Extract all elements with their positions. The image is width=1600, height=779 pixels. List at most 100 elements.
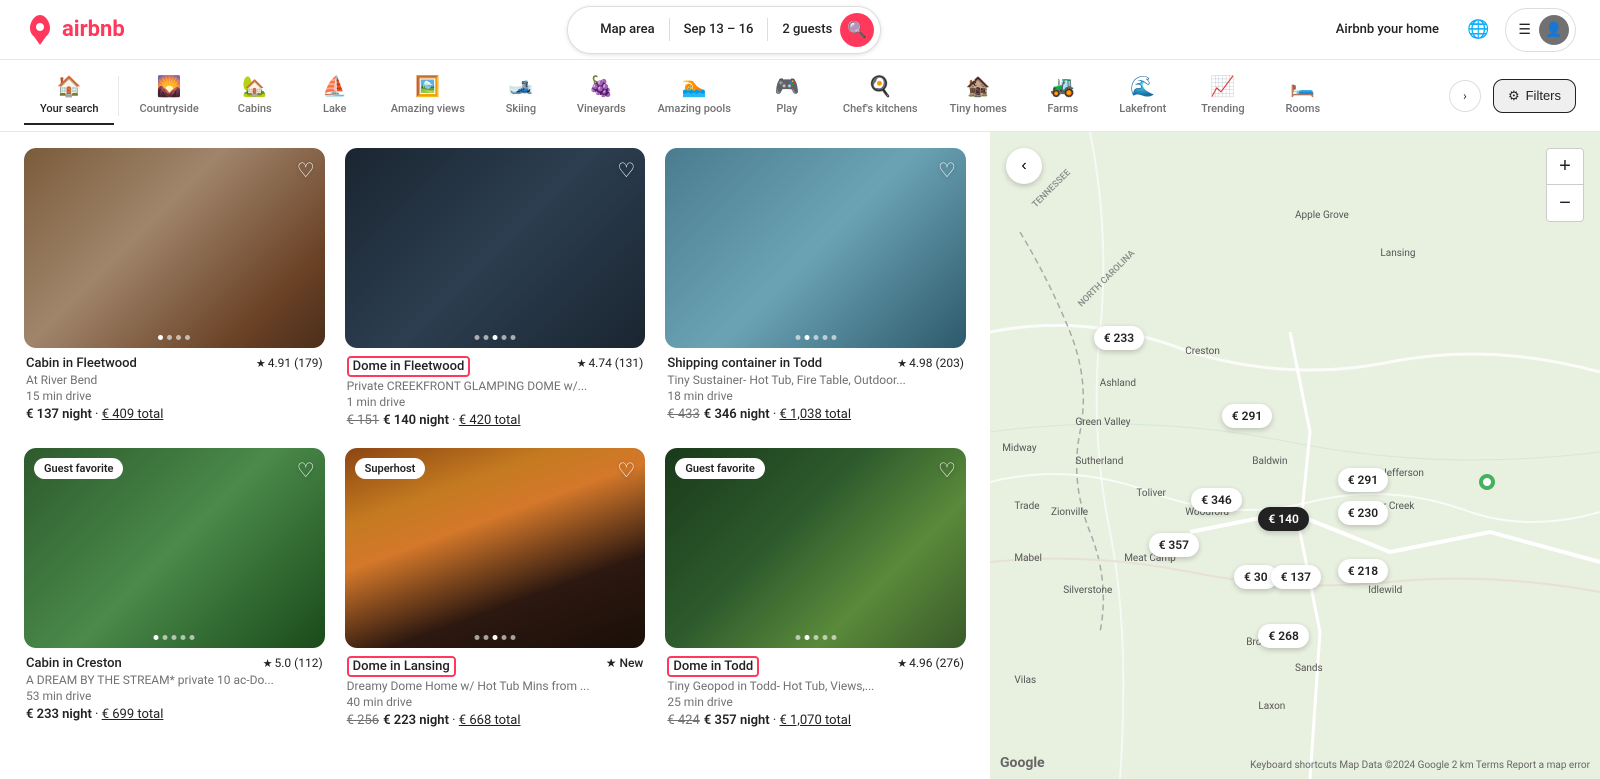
listing-price: € 233 night · € 699 total <box>26 707 323 722</box>
listing-subtitle: Tiny Geopod in Todd- Hot Tub, Views,... <box>667 679 964 693</box>
listing-drive: 18 min drive <box>667 389 964 403</box>
listing-subtitle: Tiny Sustainer- Hot Tub, Fire Table, Out… <box>667 373 964 387</box>
category-skiing[interactable]: 🎿 Skiing <box>481 66 561 125</box>
skiing-icon: 🎿 <box>508 74 533 98</box>
zoom-out-button[interactable]: − <box>1547 185 1583 221</box>
listing-card-cabin-creston[interactable]: Guest favorite ♡ Cabin in Creston ★ 5.0 … <box>24 448 325 728</box>
category-your-search[interactable]: 🏠 Your search <box>24 66 114 125</box>
guest-favorite-badge: Guest favorite <box>34 458 123 479</box>
category-tiny-homes[interactable]: 🏚️ Tiny homes <box>934 66 1023 125</box>
listing-card-dome-lansing[interactable]: Superhost ♡ Dome in Lansing ★ New Dreamy… <box>345 448 646 728</box>
image-dots <box>474 635 515 640</box>
search-dates[interactable]: Sep 13 – 16 <box>670 18 769 41</box>
play-icon: 🎮 <box>774 74 799 98</box>
price-pin-291b[interactable]: € 291 <box>1338 468 1388 492</box>
listing-image-dome-todd: Guest favorite ♡ <box>665 448 966 648</box>
map-panel[interactable]: TENNESSEE NORTH CAROLINA Apple Grove Lan… <box>990 132 1600 779</box>
your-search-icon: 🏠 <box>57 74 82 98</box>
airbnb-logo[interactable]: airbnb <box>24 14 125 46</box>
price-pin-233[interactable]: € 233 <box>1094 326 1144 350</box>
category-label-chefs-kitchens: Chef's kitchens <box>843 102 918 115</box>
price-pin-357[interactable]: € 357 <box>1149 533 1199 557</box>
category-rooms[interactable]: 🛏️ Rooms <box>1263 66 1343 125</box>
category-lakefront[interactable]: 🌊 Lakefront <box>1103 66 1183 125</box>
filters-label: Filters <box>1526 88 1561 103</box>
category-lake[interactable]: ⛵ Lake <box>295 66 375 125</box>
listing-card-dome-todd[interactable]: Guest favorite ♡ Dome in Todd ★ 4.96 (27… <box>665 448 966 728</box>
category-label-amazing-views: Amazing views <box>391 102 465 115</box>
category-chefs-kitchens[interactable]: 🍳 Chef's kitchens <box>827 66 934 125</box>
avatar: 👤 <box>1539 15 1569 45</box>
image-dots <box>795 335 836 340</box>
category-countryside[interactable]: 🌄 Countryside <box>123 66 214 125</box>
listing-rating: ★ 4.91 (179) <box>256 356 323 370</box>
listing-price: € 151€ 140 night · € 420 total <box>347 413 644 428</box>
listing-title: Cabin in Creston <box>26 656 122 671</box>
category-cabins[interactable]: 🏡 Cabins <box>215 66 295 125</box>
guest-favorite-badge-2: Guest favorite <box>675 458 764 479</box>
lakefront-icon: 🌊 <box>1130 74 1155 98</box>
favorite-button-dome-todd[interactable]: ♡ <box>938 458 956 483</box>
listing-image-container-todd: ♡ <box>665 148 966 348</box>
search-location[interactable]: Map area <box>586 18 669 41</box>
globe-icon[interactable]: 🌐 <box>1467 19 1489 40</box>
map-attribution: Keyboard shortcuts Map Data ©2024 Google… <box>1250 760 1590 771</box>
price-pin-140-selected[interactable]: € 140 <box>1258 507 1308 531</box>
listing-card-container-todd[interactable]: ♡ Shipping container in Todd ★ 4.98 (203… <box>665 148 966 428</box>
listing-info: Cabin in Creston ★ 5.0 (112) A DREAM BY … <box>24 656 325 722</box>
category-amazing-views[interactable]: 🖼️ Amazing views <box>375 66 481 125</box>
category-nav: 🏠 Your search 🌄 Countryside 🏡 Cabins ⛵ L… <box>0 60 1600 132</box>
favorite-button-cabin-creston[interactable]: ♡ <box>297 458 315 483</box>
category-label-lakefront: Lakefront <box>1119 102 1166 115</box>
category-label-lake: Lake <box>323 102 346 115</box>
trending-icon: 📈 <box>1210 74 1235 98</box>
header: airbnb Map area Sep 13 – 16 2 guests 🔍 A… <box>0 0 1600 60</box>
listing-card-dome-fleetwood[interactable]: ♡ Dome in Fleetwood ★ 4.74 (131) Private… <box>345 148 646 428</box>
lake-icon: ⛵ <box>322 74 347 98</box>
listing-rating: ★ 4.98 (203) <box>897 356 964 370</box>
listing-price: € 256€ 223 night · € 668 total <box>347 713 644 728</box>
favorite-button-cabin-fleetwood[interactable]: ♡ <box>297 158 315 183</box>
image-dots <box>474 335 515 340</box>
countryside-icon: 🌄 <box>157 74 182 98</box>
airbnb-your-home-button[interactable]: Airbnb your home <box>1324 14 1451 45</box>
category-label-your-search: Your search <box>40 102 98 115</box>
price-pin-268[interactable]: € 268 <box>1258 624 1308 648</box>
price-pin-137[interactable]: € 137 <box>1271 565 1321 589</box>
search-guests[interactable]: 2 guests <box>768 18 840 41</box>
listing-subtitle: At River Bend <box>26 373 323 387</box>
category-amazing-pools[interactable]: 🏊 Amazing pools <box>642 66 747 125</box>
listing-info: Cabin in Fleetwood ★ 4.91 (179) At River… <box>24 356 325 422</box>
listing-card-cabin-fleetwood[interactable]: ♡ Cabin in Fleetwood ★ 4.91 (179) At Riv… <box>24 148 325 428</box>
map-collapse-button[interactable]: ‹ <box>1006 148 1042 184</box>
filters-button[interactable]: ⚙ Filters <box>1493 79 1576 113</box>
amazing-pools-icon: 🏊 <box>682 74 707 98</box>
listing-subtitle: Dreamy Dome Home w/ Hot Tub Mins from ..… <box>347 679 644 693</box>
cabins-icon: 🏡 <box>242 74 267 98</box>
category-vineyards[interactable]: 🍇 Vineyards <box>561 66 642 125</box>
filters-icon: ⚙ <box>1508 88 1520 104</box>
search-button[interactable]: 🔍 <box>840 13 874 47</box>
favorite-button-dome-lansing[interactable]: ♡ <box>617 458 635 483</box>
nav-arrow-right[interactable]: › <box>1449 80 1481 112</box>
category-play[interactable]: 🎮 Play <box>747 66 827 125</box>
favorite-button-container-todd[interactable]: ♡ <box>938 158 956 183</box>
listing-subtitle: A DREAM BY THE STREAM* private 10 ac-Do.… <box>26 673 323 687</box>
zoom-in-button[interactable]: + <box>1547 149 1583 185</box>
category-label-vineyards: Vineyards <box>577 102 626 115</box>
price-pin-218[interactable]: € 218 <box>1338 559 1388 583</box>
rooms-icon: 🛏️ <box>1290 74 1315 98</box>
price-pin-230[interactable]: € 230 <box>1338 501 1388 525</box>
favorite-button-dome-fleetwood[interactable]: ♡ <box>617 158 635 183</box>
price-pin-346[interactable]: € 346 <box>1191 488 1241 512</box>
listing-price: € 424€ 357 night · € 1,070 total <box>667 713 964 728</box>
category-farms[interactable]: 🚜 Farms <box>1023 66 1103 125</box>
amazing-views-icon: 🖼️ <box>415 74 440 98</box>
search-bar[interactable]: Map area Sep 13 – 16 2 guests 🔍 <box>567 6 881 54</box>
user-menu[interactable]: ☰ 👤 <box>1505 8 1576 52</box>
price-pin-291a[interactable]: € 291 <box>1222 404 1272 428</box>
listing-drive: 53 min drive <box>26 689 323 703</box>
category-label-play: Play <box>776 102 797 115</box>
category-label-rooms: Rooms <box>1286 102 1321 115</box>
category-trending[interactable]: 📈 Trending <box>1183 66 1263 125</box>
